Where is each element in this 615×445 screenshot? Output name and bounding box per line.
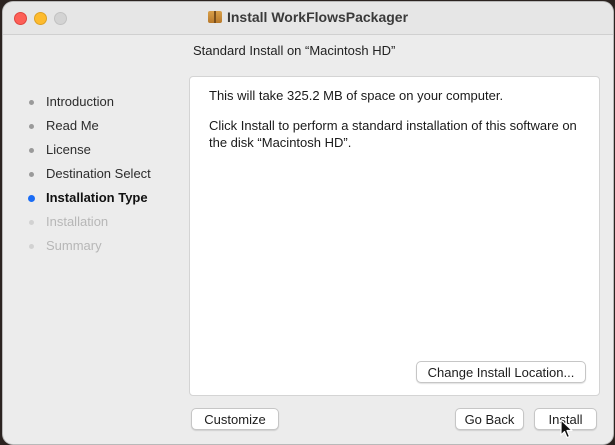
step-installation: Installation — [25, 210, 151, 234]
mouse-pointer-icon — [560, 419, 573, 439]
content-panel: This will take 325.2 MB of space on your… — [189, 76, 600, 396]
step-label: Installation — [46, 214, 109, 229]
step-bullet-icon — [29, 172, 34, 177]
step-license: License — [25, 138, 151, 162]
change-install-location-button[interactable]: Change Install Location... — [416, 361, 586, 383]
space-required-text: This will take 325.2 MB of space on your… — [209, 88, 504, 103]
customize-button[interactable]: Customize — [191, 408, 279, 430]
window-title: Install WorkFlowsPackager — [226, 9, 409, 25]
step-bullet-icon — [29, 244, 34, 249]
step-summary: Summary — [25, 234, 151, 258]
step-label: Installation Type — [46, 190, 148, 205]
step-label: Destination Select — [46, 166, 151, 181]
step-bullet-icon — [29, 220, 34, 225]
installer-window: Install WorkFlowsPackager Standard Insta… — [3, 2, 613, 444]
title-bar: Install WorkFlowsPackager — [3, 2, 613, 35]
step-read-me: Read Me — [25, 114, 151, 138]
package-icon — [207, 11, 222, 23]
step-current-bullet-icon — [28, 195, 35, 202]
step-installation-type: Installation Type — [25, 186, 151, 210]
step-bullet-icon — [29, 148, 34, 153]
page-subtitle: Standard Install on “Macintosh HD” — [193, 43, 396, 58]
install-instruction-text: Click Install to perform a standard inst… — [209, 118, 577, 150]
installer-steps-sidebar: Introduction Read Me License Destination… — [25, 90, 151, 258]
go-back-button[interactable]: Go Back — [455, 408, 524, 430]
step-introduction: Introduction — [25, 90, 151, 114]
step-bullet-icon — [29, 100, 34, 105]
step-bullet-icon — [29, 124, 34, 129]
step-label: License — [46, 142, 91, 157]
step-label: Summary — [46, 238, 102, 253]
window-title-area: Install WorkFlowsPackager — [3, 9, 613, 25]
step-destination-select: Destination Select — [25, 162, 151, 186]
step-label: Read Me — [46, 118, 99, 133]
step-label: Introduction — [46, 94, 114, 109]
